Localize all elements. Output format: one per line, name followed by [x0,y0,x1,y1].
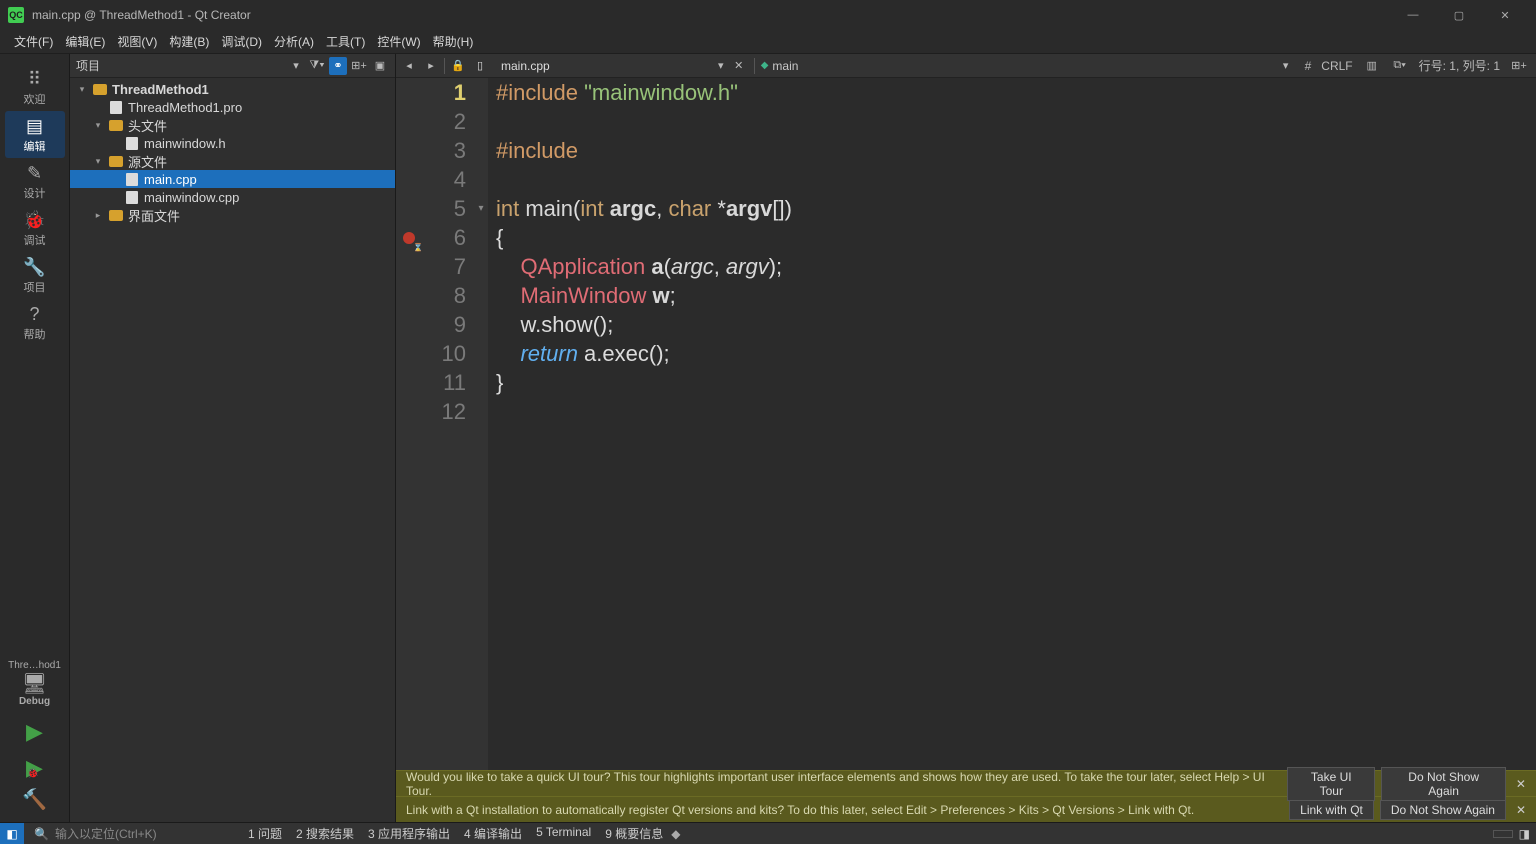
config-label: Debug [19,696,50,707]
run-button[interactable]: ▶ [26,719,43,745]
menu-item[interactable]: 帮助(H) [427,31,480,52]
nav-back-icon[interactable]: ◂ [400,57,418,75]
tree-item[interactable]: ▾源文件 [70,152,395,170]
menu-item[interactable]: 工具(T) [320,31,371,52]
mode-编辑[interactable]: ▤编辑 [5,111,65,158]
menu-item[interactable]: 编辑(E) [59,31,111,52]
panel-title: 项目 [76,57,287,74]
close-icon[interactable]: ✕ [1516,777,1526,791]
tree-item[interactable]: ▾ThreadMethod1 [70,80,395,98]
mode-欢迎[interactable]: ⠿欢迎 [5,64,65,111]
info-bar: Would you like to take a quick UI tour? … [396,770,1536,796]
tree-item[interactable]: ▾头文件 [70,116,395,134]
breakpoint-icon[interactable] [403,232,415,244]
output-pane-tab[interactable]: 3 应用程序输出 [368,825,450,842]
encoding-label[interactable]: CRLF [1321,59,1352,73]
menubar: 文件(F)编辑(E)视图(V)构建(B)调试(D)分析(A)工具(T)控件(W)… [0,30,1536,54]
kit-selector[interactable]: Thre…hod1 🖥 Debug [5,660,65,707]
run-debug-button[interactable]: ▶🐞 [26,755,43,781]
infobar-action-button[interactable]: Take UI Tour [1287,767,1375,801]
split-icon[interactable]: ▥ [1363,57,1381,75]
add-pane-icon[interactable]: ⊞+ [1510,57,1528,75]
hash-label[interactable]: # [1305,59,1312,73]
mode-项目[interactable]: 🔧项目 [5,252,65,299]
project-tree[interactable]: ▾ThreadMethod1ThreadMethod1.pro▾头文件mainw… [70,78,395,822]
titlebar: QC main.cpp @ ThreadMethod1 - Qt Creator… [0,0,1536,30]
tree-item[interactable]: ThreadMethod1.pro [70,98,395,116]
crumb-dropdown-icon[interactable]: ▾ [1277,57,1295,75]
sidebar-toggle-icon[interactable]: ◧ [0,823,24,844]
add-split-icon[interactable]: ⊞+ [350,57,368,75]
window-title: main.cpp @ ThreadMethod1 - Qt Creator [32,8,251,22]
locator-input[interactable]: 🔍 输入以定位(Ctrl+K) [28,825,228,842]
cursor-position[interactable]: 行号: 1, 列号: 1 [1419,57,1500,74]
tree-item[interactable]: ▸界面文件 [70,206,395,224]
close-file-icon[interactable]: ✕ [730,57,748,75]
output-dropdown-icon[interactable]: ◆ [671,827,680,841]
progress-bar [1493,830,1513,838]
file-icon: ▯ [471,57,489,75]
link-icon[interactable]: ⚭ [329,57,347,75]
close-icon[interactable]: ✕ [1482,0,1528,30]
close-icon[interactable]: ✕ [1516,803,1526,817]
file-name[interactable]: main.cpp [493,59,558,73]
output-pane-tab[interactable]: 1 问题 [248,825,282,842]
file-dropdown-icon[interactable]: ▾ [712,57,730,75]
statusbar: ◧ 🔍 输入以定位(Ctrl+K) 1 问题 2 搜索结果 3 应用程序输出 4 编译… [0,822,1536,844]
info-bar: Link with a Qt installation to automatic… [396,796,1536,822]
editor-toolbar: ◂ ▸ 🔒 ▯ main.cpp ▾ ✕ ◆ main ▾ # CRLF ▥ ⧉… [396,54,1536,78]
app-logo: QC [8,7,24,23]
tree-item[interactable]: mainwindow.cpp [70,188,395,206]
infobar-dismiss-button[interactable]: Do Not Show Again [1380,800,1506,820]
right-sidebar-toggle-icon[interactable]: ◨ [1519,827,1530,841]
symbol-icon: ◆ [761,60,769,71]
mode-设计[interactable]: ✎设计 [5,158,65,205]
tree-item[interactable]: mainwindow.h [70,134,395,152]
dropdown-icon[interactable]: ▾ [287,57,305,75]
menu-item[interactable]: 调试(D) [215,31,268,52]
minimize-icon[interactable]: — [1390,0,1436,30]
filter-icon[interactable]: ⧩▾ [308,57,326,75]
output-pane-tab[interactable]: 9 概要信息 [605,825,663,842]
infobar-dismiss-button[interactable]: Do Not Show Again [1381,767,1506,801]
code-editor[interactable]: 123456789101112 ▾ #include "mainwindow.h… [396,78,1536,770]
target-label: Thre…hod1 [8,660,61,671]
menu-item[interactable]: 构建(B) [163,31,215,52]
output-pane-tab[interactable]: 4 编译输出 [464,825,522,842]
nav-fwd-icon[interactable]: ▸ [422,57,440,75]
mode-调试[interactable]: 🐞调试 [5,205,65,252]
editor-area: ◂ ▸ 🔒 ▯ main.cpp ▾ ✕ ◆ main ▾ # CRLF ▥ ⧉… [396,54,1536,822]
close-panel-icon[interactable]: ▣ [371,57,389,75]
infobar-action-button[interactable]: Link with Qt [1289,800,1374,820]
menu-item[interactable]: 分析(A) [268,31,320,52]
project-panel: 项目 ▾ ⧩▾ ⚭ ⊞+ ▣ ▾ThreadMethod1ThreadMetho… [70,54,396,822]
build-button[interactable]: 🔨 [22,787,47,812]
tree-item[interactable]: main.cpp [70,170,395,188]
output-pane-tab[interactable]: 2 搜索结果 [296,825,354,842]
menu-item[interactable]: 控件(W) [371,31,426,52]
symbol-crumb[interactable]: main [772,59,798,73]
maximize-icon[interactable]: ▢ [1436,0,1482,30]
lock-icon[interactable]: 🔒 [449,57,467,75]
menu-item[interactable]: 文件(F) [8,31,59,52]
output-pane-tab[interactable]: 5 Terminal [536,825,591,842]
split-menu-icon[interactable]: ⧉▾ [1391,57,1409,75]
menu-item[interactable]: 视图(V) [111,31,163,52]
search-icon: 🔍 [34,827,49,841]
mode-帮助[interactable]: ?帮助 [5,299,65,346]
mode-bar: ⠿欢迎▤编辑✎设计🐞调试🔧项目?帮助 Thre…hod1 🖥 Debug ▶ ▶… [0,54,70,822]
locator-placeholder: 输入以定位(Ctrl+K) [55,825,157,842]
